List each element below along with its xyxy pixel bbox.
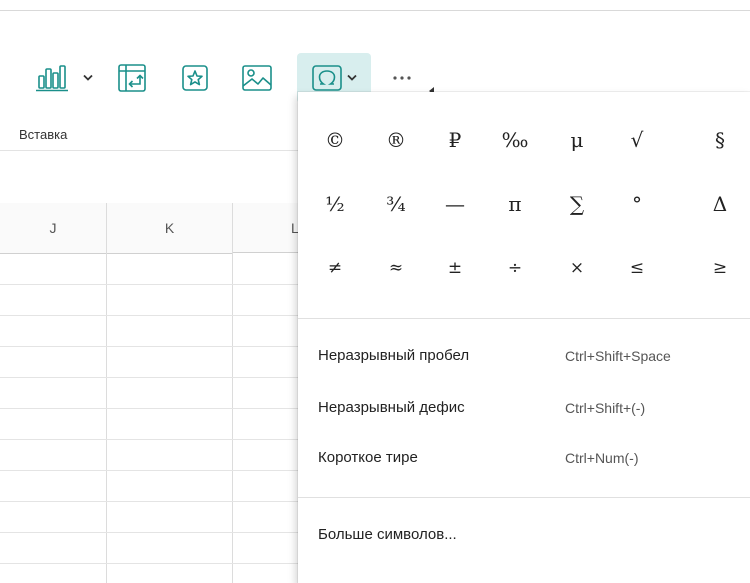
symbol-sum[interactable]: ∑ — [550, 184, 604, 224]
menu-item-label: Неразрывный пробел — [318, 347, 470, 364]
row-line — [0, 284, 300, 285]
menu-item-shortcut: Ctrl+Shift+(-) — [565, 400, 646, 416]
column-header-l[interactable]: L — [233, 203, 300, 253]
more-dots-icon — [391, 75, 413, 81]
omega-icon — [311, 63, 343, 93]
image-button[interactable] — [237, 53, 277, 103]
symbol-delta[interactable]: Δ — [693, 184, 747, 224]
symbol-one-half[interactable]: ½ — [308, 184, 362, 224]
chevron-down-icon — [347, 74, 357, 82]
symbol-division[interactable]: ÷ — [488, 248, 542, 288]
symbol-square-root[interactable]: √ — [610, 120, 664, 160]
more-symbols-item[interactable]: Больше символов... — [298, 516, 750, 556]
star-shape-icon — [180, 63, 210, 93]
symbol-per-mille[interactable]: ‰ — [488, 120, 542, 160]
menu-item-shortcut: Ctrl+Num(-) — [565, 450, 639, 466]
symbol-copyright[interactable]: © — [308, 120, 362, 160]
row-line — [0, 439, 300, 440]
symbol-greater-equal[interactable]: ≥ — [693, 248, 747, 288]
symbol-pi[interactable]: π — [488, 184, 542, 224]
image-icon — [241, 63, 273, 93]
menu-item-nonbreaking-space[interactable]: Неразрывный пробел Ctrl+Shift+Space — [298, 337, 750, 377]
spreadsheet-grid: J K L — [0, 203, 300, 583]
chevron-down-icon — [83, 74, 93, 82]
bar-chart-icon — [35, 63, 81, 93]
column-divider — [232, 203, 233, 583]
symbol-approx[interactable]: ≈ — [369, 248, 423, 288]
menu-separator — [298, 318, 750, 319]
column-divider — [106, 203, 107, 583]
row-line — [0, 501, 300, 502]
row-line — [0, 408, 300, 409]
symbol-multiply[interactable]: × — [550, 248, 604, 288]
row-line — [0, 346, 300, 347]
chart-button[interactable] — [26, 53, 102, 103]
symbol-micro[interactable]: μ — [550, 120, 604, 160]
shape-button[interactable] — [175, 53, 215, 103]
pivot-table-icon — [116, 62, 148, 94]
symbol-three-quarters[interactable]: ¾ — [369, 184, 423, 224]
row-line — [0, 315, 300, 316]
symbol-dropdown-menu: © ® ₽ ‰ μ √ § ½ ¾ — π ∑ ° Δ ≠ ≈ ± ÷ × ≤ … — [298, 92, 750, 583]
symbol-not-equal[interactable]: ≠ — [308, 248, 362, 288]
symbol-less-equal[interactable]: ≤ — [610, 248, 664, 288]
symbol-degree[interactable]: ° — [610, 184, 664, 224]
menu-item-nonbreaking-hyphen[interactable]: Неразрывный дефис Ctrl+Shift+(-) — [298, 389, 750, 429]
ribbon-separator — [0, 150, 300, 151]
pivot-table-button[interactable] — [110, 53, 154, 103]
menu-item-label: Неразрывный дефис — [318, 399, 465, 416]
column-header-k[interactable]: K — [107, 203, 232, 254]
more-symbols-label: Больше символов... — [318, 526, 457, 543]
column-header-j[interactable]: J — [0, 203, 106, 254]
menu-item-label: Короткое тире — [318, 449, 418, 466]
symbol-section[interactable]: § — [693, 120, 747, 160]
row-line — [0, 377, 300, 378]
row-line — [0, 563, 300, 564]
menu-item-en-dash[interactable]: Короткое тире Ctrl+Num(-) — [298, 439, 750, 479]
symbol-em-dash[interactable]: — — [428, 184, 482, 224]
menu-item-shortcut: Ctrl+Shift+Space — [565, 348, 671, 364]
symbol-ruble[interactable]: ₽ — [428, 120, 482, 160]
menu-separator — [298, 497, 750, 498]
row-line — [0, 470, 300, 471]
row-line — [0, 532, 300, 533]
ribbon-section-label: Вставка — [19, 127, 68, 142]
symbol-plus-minus[interactable]: ± — [428, 248, 482, 288]
symbol-registered[interactable]: ® — [369, 120, 423, 160]
